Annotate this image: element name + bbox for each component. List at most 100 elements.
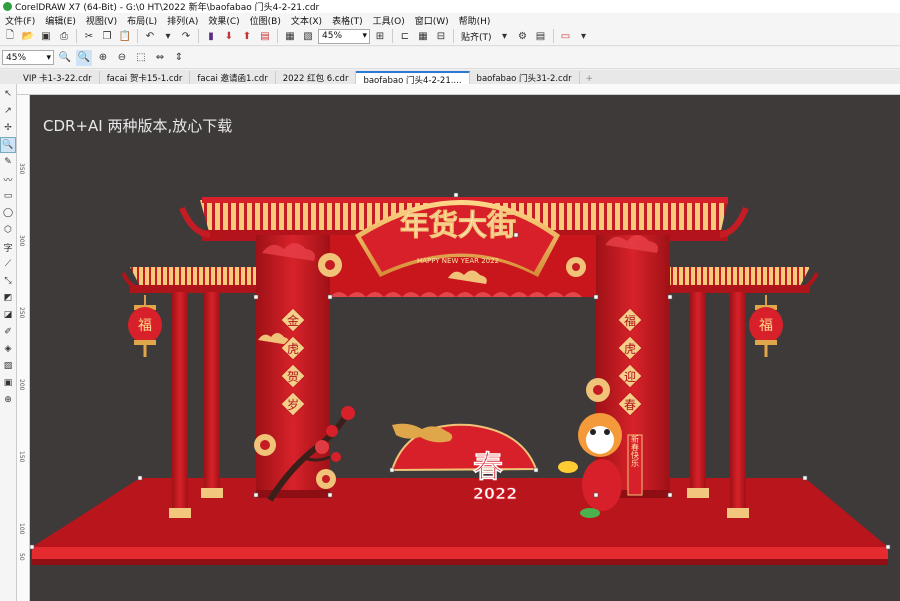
menu-text[interactable]: 文本(X) [286, 14, 327, 27]
options-icon[interactable]: ▤ [533, 28, 549, 44]
parallel-dimension-tool-icon[interactable]: ⟋ [1, 257, 15, 271]
lantern-left: 福 [128, 295, 162, 357]
menu-bitmaps[interactable]: 位图(B) [245, 14, 286, 27]
document-tab[interactable]: facai 邀请函1.cdr [190, 71, 276, 84]
menu-help[interactable]: 帮助(H) [454, 14, 496, 27]
document-tab[interactable]: baofabao 门头31-2.cdr [470, 71, 580, 84]
menu-window[interactable]: 窗口(W) [410, 14, 454, 27]
scroll-text: 新春快乐 [631, 434, 640, 467]
grid-icon[interactable]: ▦ [415, 28, 431, 44]
snap-to-button[interactable]: 贴齐(T) [458, 30, 495, 43]
full-screen-icon[interactable]: ⊞ [372, 28, 388, 44]
stage-floor [32, 478, 888, 565]
zoom-level-value: 45% [322, 31, 343, 41]
couplet-char: 贺 [287, 370, 299, 384]
color-eyedropper-tool-icon[interactable]: ✐ [1, 325, 15, 339]
rectangle-tool-icon[interactable]: ▭ [1, 189, 15, 203]
guidelines-icon[interactable]: ⊟ [433, 28, 449, 44]
artistic-media-tool-icon[interactable]: 〰 [1, 172, 15, 186]
open-folder-icon[interactable]: 📂 [20, 28, 36, 44]
settings-icon[interactable]: ⚙ [515, 28, 531, 44]
print-icon[interactable]: ⎙ [56, 28, 72, 44]
lantern-char-left: 福 [138, 318, 152, 334]
menu-tools[interactable]: 工具(O) [368, 14, 410, 27]
welcome-icon[interactable]: ▧ [300, 28, 316, 44]
cut-icon[interactable]: ✂ [81, 28, 97, 44]
shape-tool-icon[interactable]: ↗ [1, 104, 15, 118]
document-tab-bar: VIP 卡1-3-22.cdr facai 贺卡15-1.cdr facai 邀… [0, 70, 900, 86]
zoom-in-icon[interactable]: 🔍 [57, 50, 73, 66]
export-icon[interactable]: ⬆ [239, 28, 255, 44]
ruler-label: 50 [18, 553, 25, 561]
new-year-gate-artwork[interactable]: 福 福 年货大街 HAPPY NEW YEAR 2022 金 虎 贺 岁 福 虎… [30, 95, 900, 601]
document-tab[interactable]: 2022 红包 6.cdr [276, 71, 357, 84]
freehand-tool-icon[interactable]: ✎ [1, 155, 15, 169]
zoom-level-select[interactable]: 45% ▾ [318, 28, 370, 44]
publish-pdf-icon[interactable]: ▤ [257, 28, 273, 44]
vertical-ruler[interactable]: 350 300 250 200 150 100 50 [17, 95, 30, 601]
undo-icon[interactable]: ↶ [142, 28, 158, 44]
save-icon[interactable]: ▣ [38, 28, 54, 44]
interactive-fill-tool-icon[interactable]: ◈ [1, 342, 15, 356]
menu-effects[interactable]: 效果(C) [203, 14, 244, 27]
outline-pen-icon[interactable]: ▣ [1, 376, 15, 390]
menu-edit[interactable]: 编辑(E) [40, 14, 81, 27]
pick-tool-icon[interactable]: ↖ [1, 87, 15, 101]
menu-file[interactable]: 文件(F) [0, 14, 40, 27]
application-launcher-icon[interactable]: ▭ [558, 28, 574, 44]
drawing-canvas[interactable]: CDR+AI 两种版本,放心下载 福 福 年货大街 HAPPY NEW YEAR… [30, 95, 900, 601]
menu-layout[interactable]: 布局(L) [122, 14, 162, 27]
zoom-to-all-objects-icon[interactable]: ⊖ [114, 50, 130, 66]
drop-shadow-tool-icon[interactable]: ◩ [1, 291, 15, 305]
year-text: 2022 [473, 484, 518, 503]
new-document-icon[interactable]: 🗋 [2, 28, 18, 44]
document-tab[interactable]: facai 贺卡15-1.cdr [100, 71, 191, 84]
zoom-to-page-icon[interactable]: ⬚ [133, 50, 149, 66]
search-content-icon[interactable]: ▮ [203, 28, 219, 44]
text-tool-icon[interactable]: 字 [1, 240, 15, 254]
couplet-char: 春 [624, 398, 636, 412]
menu-arrange[interactable]: 排列(A) [162, 14, 203, 27]
chevron-down-icon: ▾ [46, 52, 51, 63]
zoom-to-page-width-icon[interactable]: ⇔ [152, 50, 168, 66]
ellipse-tool-icon[interactable]: ◯ [1, 206, 15, 220]
paste-icon[interactable]: 📋 [117, 28, 133, 44]
copy-icon[interactable]: ❐ [99, 28, 115, 44]
undo-dropdown-icon[interactable]: ▾ [160, 28, 176, 44]
zoom-to-page-height-icon[interactable]: ⇕ [171, 50, 187, 66]
toolbar-separator [453, 29, 454, 43]
smart-fill-tool-icon[interactable]: ▨ [1, 359, 15, 373]
window-title: CorelDRAW X7 (64-Bit) - G:\0 HT\2022 新年\… [15, 3, 320, 13]
property-bar: 45% ▾ 🔍 🔍 ⊕ ⊖ ⬚ ⇔ ⇕ [0, 47, 900, 69]
banner-title: 年货大街 [400, 208, 516, 242]
import-icon[interactable]: ⬇ [221, 28, 237, 44]
couplet-char: 迎 [624, 370, 636, 384]
zoom-out-icon[interactable]: 🔍 [76, 49, 92, 66]
transparency-tool-icon[interactable]: ◪ [1, 308, 15, 322]
connector-tool-icon[interactable]: ⤡ [1, 274, 15, 288]
zoom-tool-icon[interactable]: 🔍 [0, 137, 16, 153]
zoom-to-selected-icon[interactable]: ⊕ [95, 50, 111, 66]
menu-table[interactable]: 表格(T) [327, 14, 368, 27]
rulers-icon[interactable]: ⊏ [397, 28, 413, 44]
crop-tool-icon[interactable]: ✢ [1, 121, 15, 135]
redo-icon[interactable]: ↷ [178, 28, 194, 44]
add-tab-icon[interactable]: + [580, 74, 599, 84]
banner-subtitle: HAPPY NEW YEAR 2022 [417, 257, 499, 265]
launcher-icon[interactable]: ▦ [282, 28, 298, 44]
ruler-label: 100 [18, 523, 25, 535]
zoom-levels-select[interactable]: 45% ▾ [2, 50, 54, 65]
menu-view[interactable]: 视图(V) [81, 14, 122, 27]
lantern-right: 福 [749, 295, 783, 357]
coreldraw-logo-icon [3, 2, 12, 11]
zoom-levels-value: 45% [6, 52, 27, 63]
chevron-down-icon[interactable]: ▾ [576, 28, 592, 44]
document-tab-active[interactable]: baofabao 门头4-2-21.... [356, 71, 470, 86]
add-tool-icon[interactable]: ⊕ [1, 393, 15, 407]
polygon-tool-icon[interactable]: ⬡ [1, 223, 15, 237]
toolbar-separator [552, 29, 554, 43]
chevron-down-icon[interactable]: ▾ [497, 28, 513, 44]
horizontal-ruler[interactable] [17, 84, 900, 95]
document-tab[interactable]: VIP 卡1-3-22.cdr [16, 71, 100, 84]
lantern-char-right: 福 [759, 318, 773, 334]
